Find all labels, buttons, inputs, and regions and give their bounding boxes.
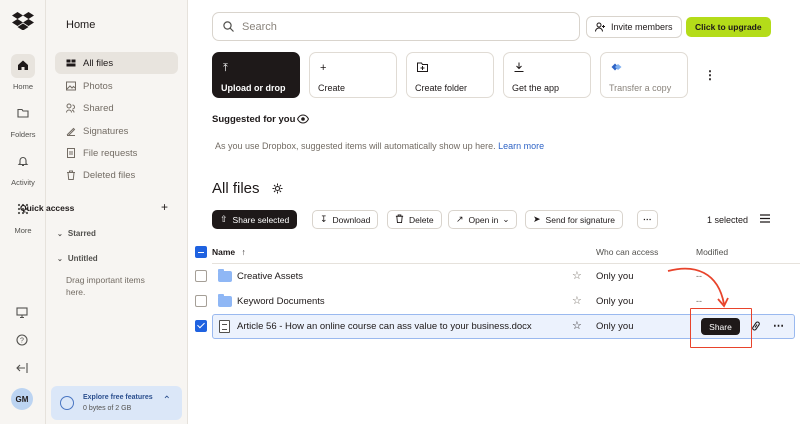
download-button[interactable]: ↧ Download: [312, 210, 379, 229]
annotation-arrow: [667, 267, 729, 308]
create-folder-card[interactable]: Create folder: [406, 52, 494, 98]
rail-home[interactable]: Home: [0, 54, 46, 91]
promo-storage: 0 bytes of 2 GB: [83, 405, 132, 412]
shared-icon: [66, 103, 76, 113]
chevron-down-icon: ⌄: [502, 214, 510, 224]
star-icon[interactable]: ☆: [572, 269, 582, 282]
folder-icon: [11, 102, 35, 126]
chevron-down-icon: ⌄: [57, 256, 63, 263]
suggested-heading: Suggested for you: [212, 114, 296, 125]
sidebar-item-signatures[interactable]: Signatures: [55, 120, 178, 142]
docx-file-icon: [219, 320, 230, 333]
access-value: Only you: [596, 296, 634, 307]
sidebar-item-shared[interactable]: Shared: [55, 97, 178, 119]
search-placeholder: Search: [242, 20, 277, 33]
transfer-icon: [611, 62, 622, 74]
learn-more-link[interactable]: Learn more: [498, 141, 544, 151]
dropbox-logo-icon[interactable]: [12, 12, 34, 30]
svg-text:?: ?: [20, 338, 24, 345]
trash-icon: [395, 214, 404, 225]
more-actions-icon[interactable]: ⋮: [704, 68, 716, 82]
untitled-group[interactable]: ⌄ Untitled: [57, 254, 98, 263]
more-icon: ⋯: [643, 214, 652, 224]
add-quick-access-icon[interactable]: +: [161, 200, 168, 214]
suggested-text: As you use Dropbox, suggested items will…: [215, 141, 545, 151]
search-input[interactable]: Search: [212, 12, 580, 41]
download-icon: ↧: [320, 214, 328, 224]
rail-activity[interactable]: Activity: [0, 150, 46, 187]
bell-icon: [11, 150, 35, 174]
access-value: Only you: [596, 321, 634, 332]
open-external-icon: ↗: [456, 214, 464, 224]
file-name[interactable]: Creative Assets: [237, 271, 303, 282]
file-name[interactable]: Keyword Documents: [237, 296, 325, 307]
selected-count: 1 selected: [707, 215, 749, 225]
list-view-icon[interactable]: [760, 214, 770, 223]
share-selected-button[interactable]: ⇧ Share selected: [212, 210, 298, 229]
upload-icon: ⤒: [223, 62, 228, 74]
sort-up-icon: ↑: [241, 247, 246, 257]
new-folder-icon: [417, 62, 428, 75]
file-name[interactable]: Article 56 - How an online course can as…: [237, 321, 532, 332]
column-modified[interactable]: Modified: [696, 247, 728, 257]
row-checkbox[interactable]: [195, 295, 207, 307]
sidebar-item-photos[interactable]: Photos: [55, 75, 178, 97]
file-requests-icon: [66, 148, 76, 158]
invite-members-button[interactable]: Invite members: [586, 16, 682, 38]
drag-hint: Drag important items here.: [66, 275, 145, 297]
desktop-icon[interactable]: [16, 307, 28, 318]
collapse-sidebar-icon[interactable]: [16, 362, 28, 374]
folder-icon: [218, 269, 232, 282]
photos-icon: [66, 81, 76, 91]
search-icon: [223, 21, 234, 32]
sidebar-item-file-requests[interactable]: File requests: [55, 142, 178, 164]
chevron-down-icon: ⌄: [57, 231, 63, 238]
star-icon[interactable]: ☆: [572, 294, 582, 307]
home-icon: [11, 54, 35, 78]
eye-icon[interactable]: [297, 114, 309, 124]
page-title: All files: [212, 180, 260, 197]
add-person-icon: [595, 22, 605, 32]
starred-group[interactable]: ⌄ Starred: [57, 229, 96, 238]
gear-icon[interactable]: [272, 183, 283, 194]
row-checkbox[interactable]: [195, 270, 207, 282]
sidebar-item-deleted-files[interactable]: Deleted files: [55, 164, 178, 186]
get-app-card[interactable]: Get the app: [503, 52, 591, 98]
send-for-signature-button[interactable]: ➤ Send for signature: [525, 210, 624, 229]
plus-icon: +: [320, 62, 327, 74]
storage-icon: [60, 396, 74, 410]
upload-card[interactable]: ⤒ Upload or drop: [212, 52, 300, 98]
highlight-box: [690, 308, 752, 348]
row-checkbox[interactable]: [195, 320, 207, 332]
sidebar-item-all-files[interactable]: All files: [55, 52, 178, 74]
signatures-icon: [66, 126, 76, 136]
sidebar-title: Home: [66, 19, 96, 31]
help-icon[interactable]: ?: [16, 334, 28, 346]
quick-access-heading: Quick access: [20, 203, 75, 213]
send-icon: ➤: [533, 214, 541, 224]
upgrade-button[interactable]: Click to upgrade: [686, 17, 771, 37]
select-all-checkbox[interactable]: [195, 246, 207, 258]
rail-folders[interactable]: Folders: [0, 102, 46, 139]
more-icon[interactable]: ⋯: [773, 319, 784, 332]
link-icon[interactable]: [751, 320, 761, 332]
avatar[interactable]: GM: [11, 388, 33, 410]
download-icon: [514, 62, 524, 75]
trash-icon: [66, 170, 76, 180]
open-in-button[interactable]: ↗ Open in ⌄: [448, 210, 518, 229]
all-files-icon: [66, 58, 76, 68]
create-card[interactable]: + Create: [309, 52, 397, 98]
access-value: Only you: [596, 271, 634, 282]
share-icon: ⇧: [220, 214, 228, 224]
more-toolbar-button[interactable]: ⋯: [637, 210, 658, 229]
folder-icon: [218, 294, 232, 307]
promo-title: Explore free features: [83, 394, 153, 401]
star-icon[interactable]: ☆: [572, 319, 582, 332]
chevron-up-icon: ⌃: [162, 395, 171, 406]
explore-features-promo[interactable]: Explore free features 0 bytes of 2 GB ⌃: [51, 386, 182, 420]
transfer-card[interactable]: Transfer a copy: [600, 52, 688, 98]
column-name[interactable]: Name ↑: [212, 247, 246, 257]
delete-button[interactable]: Delete: [387, 210, 442, 229]
column-who-can-access: Who can access: [596, 247, 659, 257]
